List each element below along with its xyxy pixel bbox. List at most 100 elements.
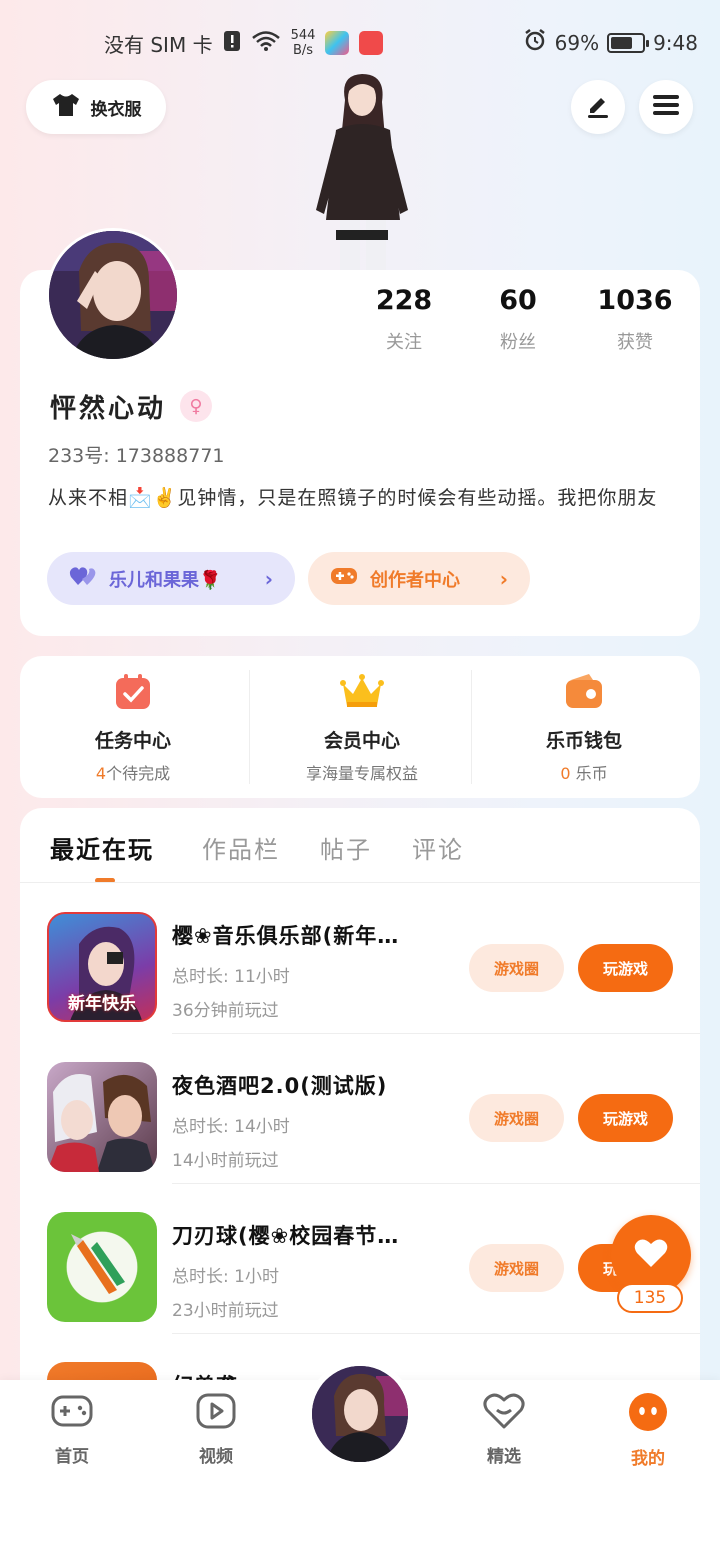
- heart-icon: [634, 1238, 668, 1272]
- net-speed-value: 544: [290, 28, 316, 43]
- play-icon: [195, 1393, 237, 1434]
- tab-divider: [20, 882, 700, 883]
- game-name: 刀刃球(樱❀校园春节…: [172, 1224, 400, 1248]
- nav-featured[interactable]: 精选: [454, 1392, 554, 1467]
- vip-sub-text: 享海量专属权益: [305, 764, 418, 783]
- stat-followers[interactable]: 60 粉丝: [463, 285, 573, 354]
- wallet-sub-text: 乐币: [575, 764, 608, 783]
- calendar-check-icon: [113, 672, 153, 716]
- task-center-title: 任务中心: [94, 730, 171, 752]
- face-icon: [628, 1393, 668, 1436]
- wallet-sub: 0 乐币: [471, 760, 697, 784]
- nav-video-label: 视频: [199, 1447, 233, 1467]
- stat-following[interactable]: 228 关注: [349, 285, 459, 354]
- avatar-figure[interactable]: [300, 70, 425, 275]
- game-row[interactable]: 新年快乐 樱❀音乐俱乐部(新年… 总时长: 11小时 36分钟前玩过 游戏圈 玩…: [20, 884, 700, 1034]
- game-row[interactable]: 刀刃球(樱❀校园春节… 总时长: 1小时 23小时前玩过 游戏圈 玩游戏: [20, 1184, 700, 1334]
- coin-count: 0: [560, 764, 571, 783]
- game-circle-button[interactable]: 游戏圈: [469, 1244, 564, 1292]
- nav-video[interactable]: 视频: [166, 1392, 266, 1467]
- game-icon[interactable]: [47, 1212, 157, 1322]
- user-id: 233号: 173888771: [48, 445, 225, 467]
- task-center-sub: 4个待完成: [20, 760, 246, 784]
- followers-label: 粉丝: [500, 332, 536, 353]
- tab-comments[interactable]: 评论: [412, 830, 464, 865]
- feature-card: 任务中心 4个待完成 会员中心 享海量专属权益 乐币钱包 0 乐币: [20, 656, 700, 798]
- net-speed: 544 B/s: [291, 28, 316, 58]
- center-avatar-image: [312, 1366, 408, 1462]
- carrier-text: 没有 SIM 卡: [104, 32, 213, 57]
- game-icon-text: 新年快乐: [68, 994, 136, 1014]
- heart-outline-icon: [483, 1393, 525, 1434]
- change-outfit-label: 换衣服: [90, 99, 142, 120]
- profile-avatar[interactable]: [46, 228, 180, 362]
- game-last-played: 14小时前玩过: [172, 1151, 279, 1171]
- game-icon[interactable]: 新年快乐: [47, 912, 157, 1022]
- play-game-button[interactable]: 玩游戏: [578, 944, 673, 992]
- status-right: 69% 9:48: [523, 28, 698, 57]
- status-left: 没有 SIM 卡 544 B/s: [104, 28, 384, 58]
- game-last-played: 36分钟前玩过: [172, 1001, 279, 1021]
- likes-count: 1036: [597, 285, 673, 316]
- stat-likes[interactable]: 1036 获赞: [580, 285, 690, 354]
- battery-icon: [607, 32, 650, 53]
- game-icon[interactable]: [47, 1062, 157, 1172]
- game-total-time: 总时长: 11小时: [172, 967, 290, 987]
- following-label: 关注: [386, 332, 422, 353]
- nav-mine-label: 我的: [631, 1449, 665, 1469]
- game-total-time: 总时长: 1小时: [172, 1267, 279, 1287]
- wifi-icon: [251, 30, 281, 57]
- battery-percent: 69%: [554, 30, 600, 55]
- center-avatar-button[interactable]: [306, 1360, 414, 1468]
- like-count-badge: 135: [617, 1283, 683, 1313]
- menu-icon: [653, 94, 679, 120]
- tab-recently-played[interactable]: 最近在玩: [50, 830, 154, 865]
- followers-count: 60: [499, 285, 537, 316]
- app-notification-icon: [325, 31, 350, 55]
- game-circle-button[interactable]: 游戏圈: [469, 1094, 564, 1142]
- change-outfit-button[interactable]: 换衣服: [26, 80, 166, 134]
- wallet-title: 乐币钱包: [545, 730, 622, 752]
- vip-center-title: 会员中心: [323, 730, 400, 752]
- game-name: 樱❀音乐俱乐部(新年…: [172, 924, 400, 948]
- vip-center-sub: 享海量专属权益: [249, 760, 475, 784]
- shop-notification-icon: [359, 31, 384, 55]
- gender-female-icon: ♀: [180, 390, 212, 422]
- game-last-played: 23小时前玩过: [172, 1301, 279, 1321]
- sim-alert-icon: [223, 30, 241, 57]
- nav-home-label: 首页: [55, 1447, 89, 1467]
- pen-icon: [584, 91, 612, 123]
- creator-center-button[interactable]: 创作者中心 ›: [308, 552, 530, 605]
- play-game-button[interactable]: 玩游戏: [578, 1094, 673, 1142]
- wallet-button[interactable]: 乐币钱包 0 乐币: [471, 656, 697, 798]
- gamepad-icon: [50, 1395, 94, 1434]
- alarm-icon: [523, 28, 547, 57]
- task-count: 4: [95, 764, 107, 783]
- creator-center-label: 创作者中心: [370, 569, 460, 591]
- game-circle-button[interactable]: 游戏圈: [469, 944, 564, 992]
- likes-label: 获赞: [617, 332, 653, 353]
- net-speed-unit: B/s: [292, 43, 314, 58]
- gamepad-icon: [330, 565, 358, 592]
- following-count: 228: [375, 285, 433, 316]
- menu-button[interactable]: [639, 80, 693, 134]
- nav-home[interactable]: 首页: [22, 1392, 122, 1467]
- bio-text: 从来不相📩✌️见钟情，只是在照镜子的时候会有些动摇。我把你朋友: [48, 487, 658, 509]
- game-name: 夜色酒吧2.0(测试版): [172, 1074, 388, 1098]
- task-center-button[interactable]: 任务中心 4个待完成: [20, 656, 246, 798]
- nav-mine[interactable]: 我的: [598, 1392, 698, 1469]
- vip-center-button[interactable]: 会员中心 享海量专属权益: [249, 656, 475, 798]
- game-row[interactable]: 夜色酒吧2.0(测试版) 总时长: 14小时 14小时前玩过 游戏圈 玩游戏: [20, 1034, 700, 1184]
- chevron-right-icon: ›: [499, 566, 508, 591]
- tab-posts[interactable]: 帖子: [320, 830, 372, 865]
- clock: 9:48: [653, 30, 698, 55]
- tab-works[interactable]: 作品栏: [202, 830, 280, 865]
- circle-pill-button[interactable]: 乐儿和果果🌹 ›: [47, 552, 295, 605]
- wallet-icon: [563, 672, 605, 716]
- edit-button[interactable]: [571, 80, 625, 134]
- crown-icon: [339, 672, 385, 716]
- chevron-right-icon: ›: [264, 566, 273, 591]
- nav-featured-label: 精选: [487, 1447, 521, 1467]
- hearts-icon: [69, 565, 97, 592]
- tshirt-icon: [51, 92, 81, 123]
